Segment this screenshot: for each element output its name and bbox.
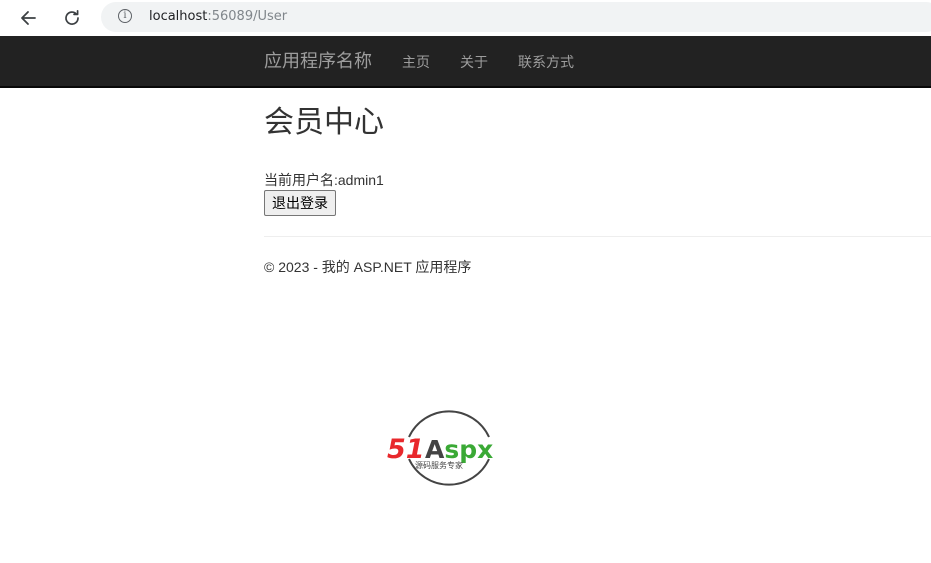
logo-tagline: 源码服务专家: [415, 460, 463, 470]
reload-button[interactable]: [58, 4, 86, 32]
arrow-left-icon: [21, 11, 36, 25]
nav-link-contact[interactable]: 联系方式: [518, 53, 574, 71]
logout-button[interactable]: 退出登录: [264, 190, 336, 216]
url-host: localhost: [149, 9, 208, 24]
footer-divider: [264, 236, 931, 237]
url-text[interactable]: localhost:56089/User: [149, 9, 287, 25]
current-user-line: 当前用户名:admin1: [264, 171, 384, 189]
current-user-label: 当前用户名:: [264, 172, 338, 188]
back-button[interactable]: [14, 4, 42, 32]
site-navbar: 应用程序名称 主页 关于 联系方式: [0, 36, 931, 88]
watermark-logo: 51 Aspx 源码服务专家: [385, 401, 513, 495]
footer-copyright: © 2023 - 我的 ASP.NET 应用程序: [264, 259, 472, 275]
logo-aspx-text: Aspx: [425, 435, 493, 464]
brand-link[interactable]: 应用程序名称: [264, 50, 372, 72]
browser-toolbar: i localhost:56089/User: [0, 0, 931, 36]
nav-link-home[interactable]: 主页: [402, 53, 430, 71]
page-title: 会员中心: [264, 106, 384, 139]
nav-link-about[interactable]: 关于: [460, 53, 488, 71]
reload-icon: [65, 9, 79, 25]
url-path: :56089/User: [207, 9, 288, 24]
username-value: admin1: [337, 172, 384, 188]
address-bar[interactable]: i localhost:56089/User: [101, 2, 931, 32]
logo-graphic: 51 Aspx 源码服务专家: [387, 410, 493, 486]
info-icon[interactable]: i: [118, 9, 132, 23]
